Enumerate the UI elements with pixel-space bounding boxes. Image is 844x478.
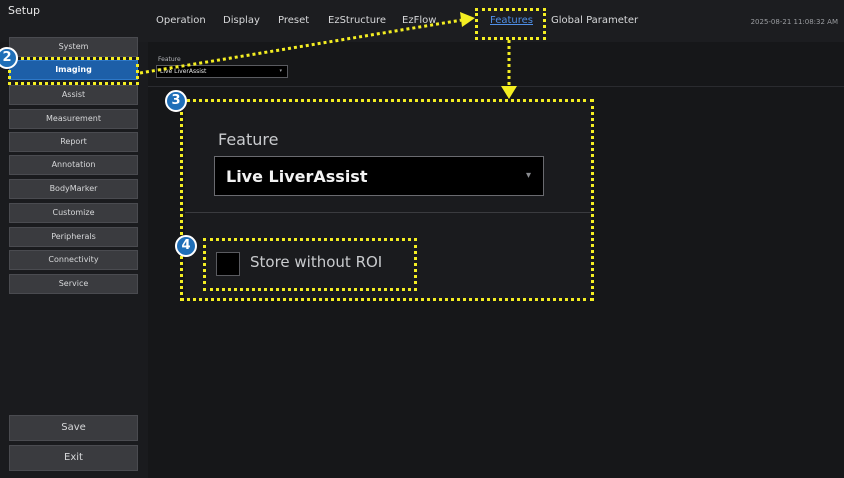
sidebar-item-assist[interactable]: Assist xyxy=(9,85,138,105)
chevron-down-icon: ▾ xyxy=(279,68,282,74)
tab-global-parameter[interactable]: Global Parameter xyxy=(551,15,638,26)
sidebar-item-annotation[interactable]: Annotation xyxy=(9,155,138,175)
tab-ezflow[interactable]: EzFlow xyxy=(402,15,436,26)
save-button[interactable]: Save xyxy=(9,415,138,441)
feature-dropdown[interactable]: Live LiverAssist ▾ xyxy=(156,65,288,78)
sidebar-item-measurement[interactable]: Measurement xyxy=(9,109,138,129)
sidebar-item-system[interactable]: System xyxy=(9,37,138,57)
sidebar-item-service[interactable]: Service xyxy=(9,274,138,294)
divider xyxy=(148,86,844,87)
feature-dropdown-value: Live LiverAssist xyxy=(160,68,207,75)
feature-label: Feature xyxy=(158,56,181,63)
tab-operation[interactable]: Operation xyxy=(156,15,206,26)
callout-badge-3: 3 xyxy=(165,90,187,112)
highlight-imaging xyxy=(8,57,139,85)
highlight-features-tab xyxy=(475,8,546,40)
sidebar-item-report[interactable]: Report xyxy=(9,132,138,152)
tab-preset[interactable]: Preset xyxy=(278,15,309,26)
highlight-store-without-roi xyxy=(203,238,417,291)
timestamp: 2025-08-21 11:08:32 AM xyxy=(750,18,838,26)
exit-button[interactable]: Exit xyxy=(9,445,138,471)
sidebar: System Imaging Assist Measurement Report… xyxy=(0,37,148,478)
callout-badge-4: 4 xyxy=(175,235,197,257)
tab-ezstructure[interactable]: EzStructure xyxy=(328,15,386,26)
sidebar-item-peripherals[interactable]: Peripherals xyxy=(9,227,138,247)
tab-display[interactable]: Display xyxy=(223,15,260,26)
sidebar-item-bodymarker[interactable]: BodyMarker xyxy=(9,179,138,199)
sidebar-item-customize[interactable]: Customize xyxy=(9,203,138,223)
sidebar-item-connectivity[interactable]: Connectivity xyxy=(9,250,138,270)
window-title: Setup xyxy=(8,4,41,17)
